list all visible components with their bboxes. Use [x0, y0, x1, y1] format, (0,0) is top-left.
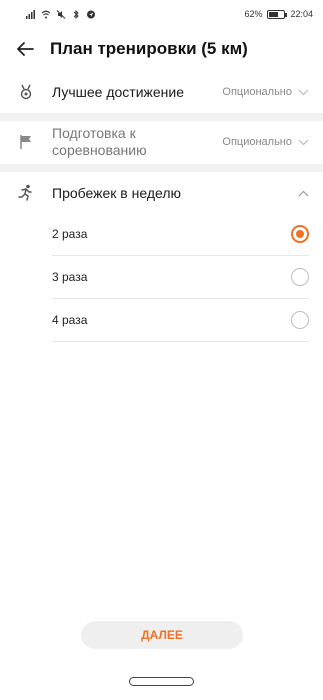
- radio-button[interactable]: [291, 268, 309, 286]
- option-4-times[interactable]: 4 раза: [52, 299, 309, 342]
- option-3-times[interactable]: 3 раза: [52, 256, 309, 299]
- radio-button[interactable]: [291, 225, 309, 243]
- best-achievement-value: Опционально: [222, 86, 323, 98]
- row-icon-wrap: [0, 84, 52, 100]
- status-bar: 62% 22:04: [0, 0, 323, 28]
- chevron-up-icon: [298, 190, 309, 196]
- row-icon-wrap: [0, 184, 52, 202]
- competition-prep-value: Опционально: [222, 136, 323, 148]
- option-2-times[interactable]: 2 раза: [52, 213, 309, 256]
- runs-per-week-toggle[interactable]: [298, 190, 323, 197]
- competition-prep-value-text: Опционально: [222, 136, 292, 148]
- option-label: 4 раза: [52, 313, 88, 327]
- wifi-icon: [41, 10, 51, 18]
- competition-prep-label-line2: соревнованию: [52, 142, 147, 158]
- competition-prep-label: Подготовка к соревнованию: [52, 125, 147, 159]
- status-icons-left: [26, 9, 96, 19]
- radio-button[interactable]: [291, 311, 309, 329]
- battery-icon: [267, 9, 288, 19]
- battery-percent: 62%: [244, 9, 263, 19]
- battery-level: [269, 11, 279, 17]
- best-achievement-value-text: Опционально: [222, 86, 292, 98]
- section-divider: [0, 164, 323, 172]
- medal-icon: [20, 84, 32, 100]
- chevron-down-icon: [298, 89, 309, 95]
- section-divider: [0, 113, 323, 121]
- runs-per-week-row[interactable]: Пробежек в неделю: [0, 174, 323, 212]
- best-achievement-label: Лучшее достижение: [52, 83, 185, 100]
- next-button[interactable]: ДАЛЕЕ: [81, 621, 243, 649]
- competition-prep-row[interactable]: Подготовка к соревнованию Опционально: [0, 121, 323, 163]
- back-button[interactable]: [0, 28, 50, 70]
- mute-icon: [56, 9, 66, 19]
- running-icon: [18, 184, 32, 201]
- clock: 22:04: [290, 9, 313, 19]
- home-indicator[interactable]: [129, 677, 194, 686]
- status-icons-right: 62% 22:04: [244, 9, 313, 19]
- runs-per-week-label: Пробежек в неделю: [52, 184, 181, 201]
- location-icon: [87, 10, 95, 18]
- competition-prep-label-line1: Подготовка к: [52, 125, 136, 141]
- chevron-down-icon: [298, 139, 309, 145]
- arrow-left-icon: [17, 42, 34, 56]
- app-header: План тренировки (5 км): [0, 28, 323, 70]
- option-label: 2 раза: [52, 227, 88, 241]
- flag-icon: [20, 135, 31, 149]
- bluetooth-icon: [73, 9, 79, 19]
- row-icon-wrap: [0, 134, 52, 150]
- signal-icon: [26, 9, 35, 19]
- best-achievement-row[interactable]: Лучшее достижение Опционально: [0, 73, 323, 111]
- option-label: 3 раза: [52, 270, 88, 284]
- page-title: План тренировки (5 км): [50, 39, 248, 58]
